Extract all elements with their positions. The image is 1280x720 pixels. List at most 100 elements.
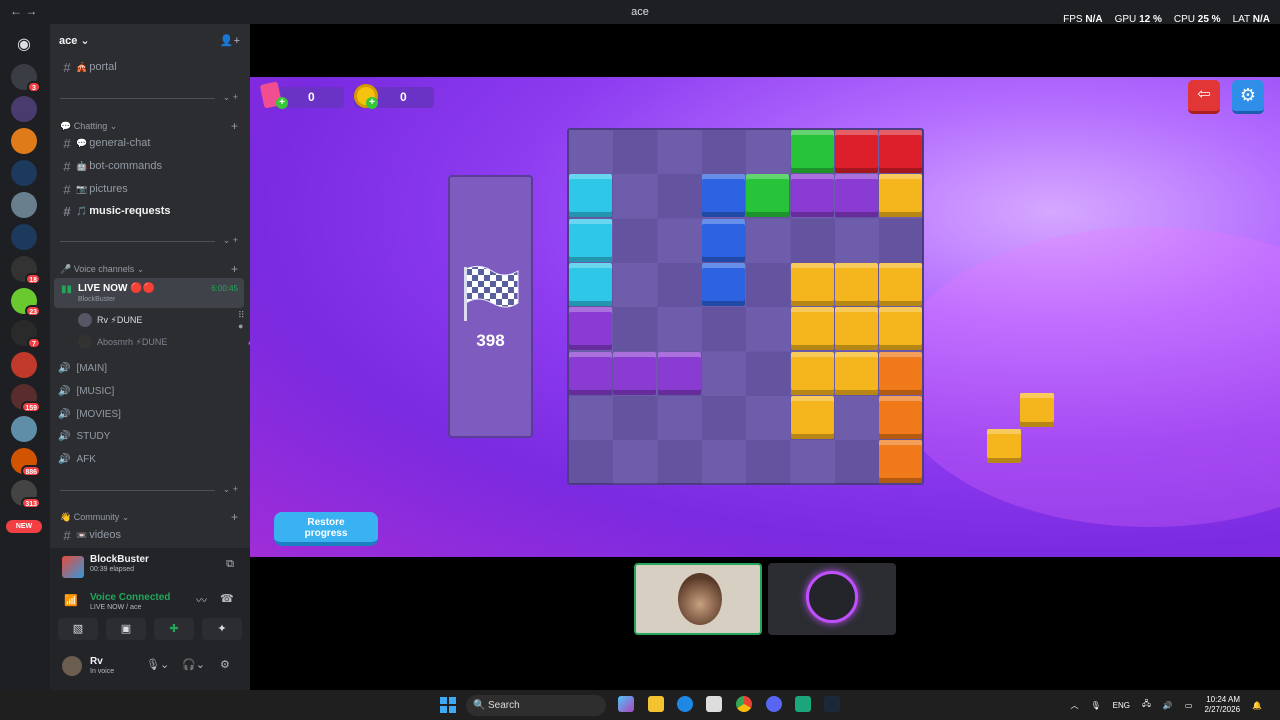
server-icon[interactable]: 7 — [11, 320, 41, 349]
board-cell[interactable] — [835, 396, 879, 440]
volume-icon[interactable]: 🔊 — [1163, 701, 1173, 710]
board-cell[interactable] — [613, 263, 657, 307]
add-member-icon[interactable]: 👤+ — [220, 34, 240, 47]
edge-icon[interactable] — [677, 696, 693, 712]
disconnect-icon[interactable]: ☎ — [220, 592, 234, 605]
category-voice-channels[interactable]: 🎤 Voice channels ⌄ + — [60, 262, 246, 276]
participant-tile-abosmrh[interactable] — [768, 563, 896, 635]
voice-channel-main[interactable]: 🔊 [MAIN] — [58, 359, 107, 377]
board-cell[interactable] — [613, 174, 657, 218]
board-cell[interactable] — [746, 262, 791, 307]
board-cell[interactable] — [790, 218, 835, 263]
language-indicator[interactable]: ENG — [1113, 701, 1130, 710]
add-icon[interactable]: + — [276, 97, 288, 109]
board-cell[interactable] — [658, 396, 702, 440]
server-icon[interactable] — [11, 128, 37, 154]
board-cell[interactable] — [569, 440, 613, 485]
avatar[interactable] — [62, 656, 82, 676]
channel-bot-commands[interactable]: # 🤖 bot-commands — [58, 156, 246, 176]
chevron-up-icon[interactable]: ︿ — [1070, 700, 1078, 711]
server-icon[interactable] — [11, 160, 37, 186]
divider-controls[interactable]: ⌄ + — [223, 92, 238, 103]
activities-button[interactable]: ✚ — [154, 618, 194, 640]
category-chatting[interactable]: 💬 Chatting ⌄ + — [60, 119, 246, 133]
channel-pictures[interactable]: # 📷 pictures — [58, 179, 246, 199]
network-icon[interactable]: 🖧 — [1142, 698, 1151, 712]
add-channel-icon[interactable]: + — [231, 119, 238, 133]
steam-icon[interactable] — [824, 696, 840, 712]
board-cell[interactable] — [702, 440, 746, 484]
voice-channel-movies[interactable]: 🔊 [MOVIES] — [58, 405, 121, 423]
clock[interactable]: 10:24 AM 2/27/2026 — [1204, 695, 1240, 715]
windows-start-icon[interactable] — [440, 697, 456, 713]
channel-general-chat[interactable]: # 💬 general-chat — [58, 133, 246, 153]
board-cell[interactable] — [835, 219, 879, 263]
board-cell[interactable] — [746, 396, 790, 440]
server-icon[interactable] — [11, 96, 37, 122]
board-cell[interactable] — [879, 218, 924, 263]
microphone-icon[interactable]: 🎙⌄ — [146, 658, 169, 671]
exit-button[interactable]: ⇦ — [1188, 80, 1220, 114]
board-cell[interactable] — [746, 130, 790, 174]
server-icon[interactable] — [11, 352, 37, 378]
board-cell[interactable] — [746, 440, 791, 485]
board-cell[interactable] — [746, 307, 790, 351]
board-cell[interactable] — [657, 262, 702, 307]
participant-tile-rv[interactable] — [634, 563, 762, 635]
camera-off-button[interactable]: ▧ — [58, 618, 98, 640]
board-cell[interactable] — [657, 440, 702, 485]
server-icon[interactable]: 313 — [11, 480, 41, 509]
board-cell[interactable] — [613, 130, 658, 174]
divider-controls[interactable]: ⌄ + — [223, 484, 238, 495]
file-explorer-icon[interactable] — [648, 696, 664, 712]
game-board[interactable] — [567, 128, 924, 485]
add-icon[interactable]: + — [366, 97, 378, 109]
board-cell[interactable] — [702, 352, 746, 396]
voice-user-rv[interactable]: Rv ⚡DUNE ⠿ ● — [78, 310, 245, 331]
voice-user-abosmrh[interactable]: Abosmrh ⚡DUNE▰ — [78, 333, 255, 351]
board-cell[interactable] — [746, 219, 790, 263]
game-canvas[interactable]: + 0 + 0 ⇦ ⚙ 398 Restore progress — [250, 77, 1280, 557]
board-cell[interactable] — [701, 395, 746, 440]
store-icon[interactable] — [706, 696, 722, 712]
board-cell[interactable] — [746, 351, 791, 396]
board-cell[interactable] — [613, 307, 658, 352]
voice-channel-music[interactable]: 🔊 [MUSIC] — [58, 382, 114, 400]
channel-portal[interactable]: # 🎪 portal — [58, 57, 246, 77]
discord-home-icon[interactable]: ◉ — [11, 32, 37, 58]
voice-channel-afk[interactable]: 🔊 AFK — [58, 450, 96, 468]
headphones-icon[interactable]: 🎧⌄ — [182, 658, 205, 671]
board-cell[interactable] — [658, 307, 702, 351]
channel-music-requests[interactable]: # 🎵 music-requests — [58, 201, 246, 221]
channel-videos[interactable]: # 📼 videos — [58, 525, 246, 545]
server-icon[interactable] — [11, 224, 37, 250]
restore-progress-button[interactable]: Restore progress — [274, 512, 378, 546]
board-cell[interactable] — [569, 396, 613, 440]
server-icon[interactable]: 18 — [11, 256, 41, 285]
board-cell[interactable] — [701, 307, 746, 352]
server-icon[interactable]: 3 — [11, 64, 41, 93]
board-cell[interactable] — [569, 130, 613, 174]
coin-counter[interactable]: + 0 — [354, 84, 434, 109]
board-cell[interactable] — [791, 440, 835, 484]
server-icon[interactable]: 886 — [11, 448, 41, 477]
chrome-icon[interactable] — [736, 696, 752, 712]
board-cell[interactable] — [658, 130, 702, 174]
popout-icon[interactable]: ⧉ — [226, 558, 234, 571]
voice-channel-live-now[interactable]: ▮▮ LIVE NOW 🔴🔴 BlockBuster 6:00:45 — [54, 278, 244, 308]
settings-button[interactable]: ⚙ — [1232, 80, 1264, 114]
screen-share-button[interactable]: ▣ — [106, 618, 146, 640]
battery-icon[interactable]: ▭ — [1185, 701, 1193, 710]
server-header[interactable]: ace ⌄ 👤+ — [50, 24, 250, 56]
microphone-icon[interactable]: 🎙 — [1090, 701, 1100, 710]
add-channel-icon[interactable]: + — [231, 262, 238, 276]
server-icon[interactable] — [11, 416, 37, 442]
server-icon[interactable] — [11, 192, 37, 218]
server-icon[interactable]: 159 — [11, 384, 41, 413]
app-icon[interactable] — [795, 696, 811, 712]
voice-channel-study[interactable]: 🔊 STUDY — [58, 427, 110, 445]
server-icon[interactable]: 23 — [11, 288, 41, 317]
gear-icon[interactable]: ⚙ — [220, 658, 230, 671]
gem-counter[interactable]: + 0 — [259, 81, 344, 109]
discord-icon[interactable] — [766, 696, 782, 712]
